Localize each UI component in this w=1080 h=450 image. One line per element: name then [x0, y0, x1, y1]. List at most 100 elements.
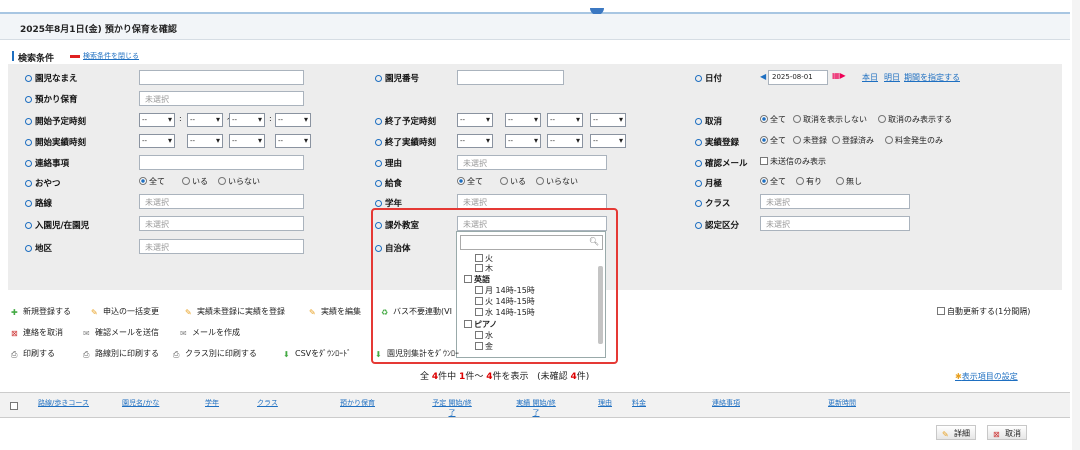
- month-radio-yes[interactable]: 有り: [796, 176, 822, 187]
- month-radio-all[interactable]: 全て: [760, 176, 786, 187]
- radio-icon: [796, 177, 804, 185]
- pencil-icon: ✎: [91, 308, 98, 317]
- radio-label: いる: [192, 177, 208, 186]
- page-scrollbar[interactable]: [1072, 0, 1080, 450]
- end-plan-hour2[interactable]: --: [547, 113, 583, 127]
- calendar-icon[interactable]: ▦▶: [832, 71, 846, 80]
- csv-download-button[interactable]: ⬇ CSVをﾀﾞｳﾝﾛｰﾄﾞ: [278, 346, 356, 361]
- end-plan-min2[interactable]: --: [590, 113, 626, 127]
- child-number-input[interactable]: [457, 70, 564, 85]
- today-link[interactable]: 本日: [862, 72, 878, 83]
- radio-label: 全て: [149, 177, 165, 186]
- th-contact[interactable]: 連絡事項: [712, 398, 740, 408]
- start-actual-min2[interactable]: --: [275, 134, 311, 148]
- lunch-radio-no[interactable]: いらない: [536, 176, 578, 187]
- placeholder: 未選択: [145, 243, 169, 252]
- label-confirm-mail: 確認メール: [695, 157, 748, 169]
- end-actual-hour2[interactable]: --: [547, 134, 583, 148]
- register-actual-button[interactable]: ✎ 実績未登録に実績を登録: [180, 304, 290, 319]
- end-actual-hour[interactable]: --: [457, 134, 493, 148]
- th-actual[interactable]: 実績 開始/終了: [516, 398, 556, 418]
- placeholder: 未選択: [145, 95, 169, 104]
- specify-period-link[interactable]: 期間を指定する: [904, 72, 960, 83]
- cancel-icon: ⊠: [993, 430, 1000, 439]
- th-name[interactable]: 園児名/かな: [122, 398, 159, 408]
- close-conditions-link[interactable]: 検索条件を閉じる: [70, 51, 139, 61]
- start-actual-hour2[interactable]: --: [229, 134, 265, 148]
- care-select[interactable]: 未選択: [139, 91, 304, 106]
- month-radio-no[interactable]: 無し: [836, 176, 862, 187]
- prev-date-icon[interactable]: ◀: [760, 72, 766, 81]
- end-plan-min[interactable]: --: [505, 113, 541, 127]
- print-route-button[interactable]: ⎙ 路線別に印刷する: [78, 346, 164, 361]
- colon-sep: :: [179, 114, 182, 123]
- actual-radio-fee[interactable]: 料金発生のみ: [885, 135, 943, 146]
- end-actual-min[interactable]: --: [505, 134, 541, 148]
- snack-radio-no[interactable]: いらない: [218, 176, 260, 187]
- button-label: CSVをﾀﾞｳﾝﾛｰﾄﾞ: [295, 349, 352, 358]
- create-mail-button[interactable]: ✉ メールを作成: [175, 325, 245, 340]
- contact-input[interactable]: [139, 155, 304, 170]
- new-register-button[interactable]: ✚ 新規登録する: [6, 304, 76, 319]
- tomorrow-link[interactable]: 明日: [884, 72, 900, 83]
- class-select[interactable]: 未選択: [760, 194, 910, 209]
- start-plan-hour[interactable]: --: [139, 113, 175, 127]
- select-all-checkbox[interactable]: [10, 402, 18, 410]
- start-plan-min2[interactable]: --: [275, 113, 311, 127]
- checkbox-icon: [760, 157, 768, 165]
- print-class-button[interactable]: ⎙ クラス別に印刷する: [168, 346, 262, 361]
- th-care[interactable]: 預かり保育: [340, 398, 375, 408]
- per-child-download-button[interactable]: ⬇ 園児別集計をﾀﾞｳﾝﾛｰ: [370, 346, 464, 361]
- th-reason[interactable]: 理由: [598, 398, 612, 408]
- download-icon: ⬇: [283, 350, 290, 359]
- th-route[interactable]: 路線/歩きコース: [38, 398, 89, 408]
- start-plan-hour2[interactable]: --: [229, 113, 265, 127]
- edit-actual-button[interactable]: ✎ 実績を編集: [304, 304, 366, 319]
- label-cancel: 取消: [695, 115, 722, 127]
- actual-radio-all[interactable]: 全て: [760, 135, 786, 146]
- label-snack: おやつ: [25, 177, 61, 189]
- actual-radio-reg[interactable]: 登録済み: [832, 135, 874, 146]
- th-grade[interactable]: 学年: [205, 398, 219, 408]
- row-cancel-button[interactable]: ⊠ 取消: [987, 425, 1027, 440]
- send-confirm-mail-button[interactable]: ✉ 確認メールを送信: [78, 325, 164, 340]
- cancel-radio-only[interactable]: 取消のみ表示する: [878, 114, 952, 125]
- cancel-radio-all[interactable]: 全て: [760, 114, 786, 125]
- bus-link-button[interactable]: ♻ バス不要連動(VI: [376, 304, 457, 319]
- reason-select[interactable]: 未選択: [457, 155, 607, 170]
- display-settings-link[interactable]: ✱表示項目の設定: [955, 371, 1018, 382]
- end-plan-hour[interactable]: --: [457, 113, 493, 127]
- area-select[interactable]: 未選択: [139, 239, 304, 254]
- snack-radio-all[interactable]: 全て: [139, 176, 165, 187]
- lunch-radio-all[interactable]: 全て: [457, 176, 483, 187]
- radio-label: 有り: [806, 177, 822, 186]
- lunch-radio-yes[interactable]: いる: [500, 176, 526, 187]
- cert-select[interactable]: 未選択: [760, 216, 910, 231]
- th-plan[interactable]: 予定 開始/終了: [432, 398, 472, 418]
- th-updated[interactable]: 更新時間: [828, 398, 856, 408]
- cancel-radio-hide[interactable]: 取消を表示しない: [793, 114, 867, 125]
- page-title: 2025年8月1日(金) 預かり保育を確認: [20, 25, 177, 35]
- child-name-input[interactable]: [139, 70, 304, 85]
- enroll-select[interactable]: 未選択: [139, 216, 304, 231]
- cancel-contact-button[interactable]: ⊠ 連絡を取消: [6, 325, 68, 340]
- end-actual-min2[interactable]: --: [590, 134, 626, 148]
- print-button[interactable]: ⎙ 印刷する: [6, 346, 60, 361]
- bulk-change-button[interactable]: ✎ 申込の一括変更: [86, 304, 164, 319]
- start-actual-hour[interactable]: --: [139, 134, 175, 148]
- auto-update-checkbox[interactable]: 自動更新する(1分間隔): [937, 306, 1030, 317]
- route-select[interactable]: 未選択: [139, 194, 304, 209]
- date-input[interactable]: 2025-08-01: [768, 70, 828, 85]
- grade-select[interactable]: 未選択: [457, 194, 607, 209]
- actual-radio-unreg[interactable]: 未登録: [793, 135, 827, 146]
- placeholder: 未選択: [463, 159, 487, 168]
- th-class[interactable]: クラス: [257, 398, 278, 408]
- snack-radio-yes[interactable]: いる: [182, 176, 208, 187]
- start-actual-min[interactable]: --: [187, 134, 223, 148]
- unsent-only-checkbox[interactable]: 未送信のみ表示: [760, 156, 826, 167]
- printer-icon: ⎙: [83, 350, 90, 359]
- th-fee[interactable]: 料金: [632, 398, 646, 408]
- radio-icon: [760, 177, 768, 185]
- detail-button[interactable]: ✎ 詳細: [936, 425, 976, 440]
- start-plan-min[interactable]: --: [187, 113, 223, 127]
